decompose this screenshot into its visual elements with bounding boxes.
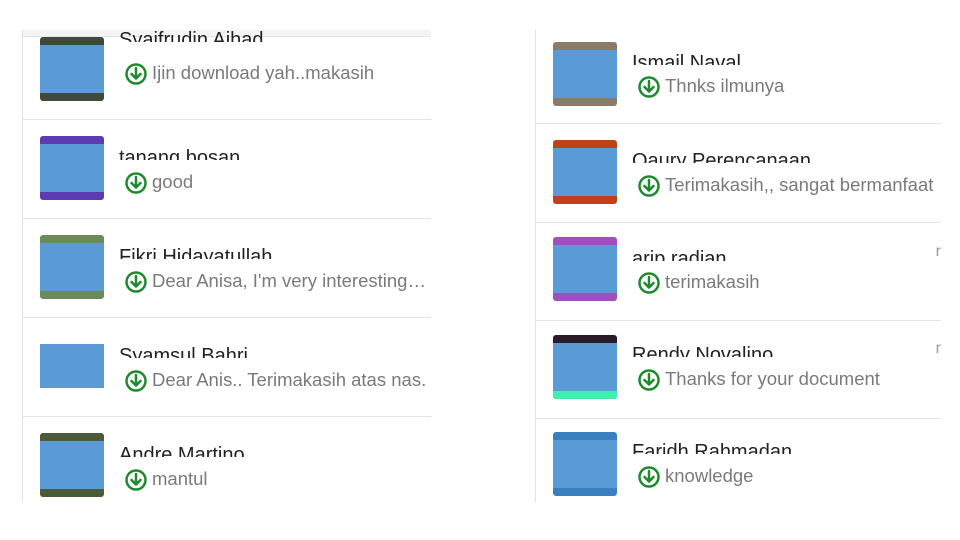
comments-panel-left: Syaifrudin Ajhad Ijin download yah..maka… [22,29,431,502]
comment-text: Terimakasih,, sangat bermanfaat [665,174,934,195]
comment-text: Thanks for your document [665,368,880,389]
commenter-name[interactable]: Fikri Hidayatullah [119,246,272,259]
comment-text: Dear Anis.. Terimakasih atas nas. [152,369,427,390]
comment-row[interactable]: Faridh Rahmadan knowledge [536,417,941,516]
comment-text: Thnks ilmunya [665,75,785,96]
download-circle-icon[interactable] [638,175,660,197]
comment-text: Dear Anisa, I'm very interesting a.. [152,270,429,291]
comment-row[interactable]: Qaury Perencanaan Terimakasih,, sangat b… [536,123,941,223]
download-circle-icon[interactable] [638,369,660,391]
commenter-name[interactable]: Rendy Novalino [632,344,773,357]
more-indicator[interactable]: r [936,243,941,261]
avatar[interactable] [40,136,104,200]
avatar[interactable] [40,235,104,299]
comment-text: terimakasih [665,271,760,292]
avatar[interactable] [553,335,617,399]
commenter-name[interactable]: Ismail Naval [632,52,741,65]
avatar[interactable] [553,432,617,496]
download-circle-icon[interactable] [125,469,147,491]
comment-row[interactable]: tanang bosan good [23,119,431,219]
comment-row[interactable]: arip radian r terimakasih [536,221,941,321]
comment-row[interactable]: Fikri Hidayatullah Dear Anisa, I'm very … [23,218,431,318]
avatar[interactable] [40,433,104,497]
avatar[interactable] [553,237,617,301]
commenter-name[interactable]: Syamsul Bahri [119,345,248,358]
download-circle-icon[interactable] [125,370,147,392]
comment-row[interactable]: Syaifrudin Ajhad Ijin download yah..maka… [23,20,431,120]
commenter-name[interactable]: Syaifrudin Ajhad [119,29,264,42]
comment-row[interactable]: Syamsul Bahri Dear Anis.. Terimakasih at… [23,317,431,417]
comment-text: knowledge [665,465,754,486]
commenter-name[interactable]: tanang bosan [119,147,240,160]
commenter-name[interactable]: Andre Martino [119,444,245,457]
download-circle-icon[interactable] [638,272,660,294]
download-circle-icon[interactable] [638,466,660,488]
download-circle-icon[interactable] [125,271,147,293]
avatar[interactable] [40,334,104,398]
commenter-name[interactable]: Faridh Rahmadan [632,441,792,454]
comment-row[interactable]: Ismail Naval Thnks ilmunya [536,24,941,124]
commenter-name[interactable]: Qaury Perencanaan [632,150,811,163]
comment-text: good [152,171,194,192]
avatar[interactable] [553,140,617,204]
comment-row[interactable]: Andre Martino mantul [23,416,431,515]
download-circle-icon[interactable] [638,76,660,98]
avatar[interactable] [40,37,104,101]
avatar[interactable] [553,42,617,106]
comment-row[interactable]: Rendy Novalino r Thanks for your documen… [536,319,941,419]
commenter-name[interactable]: arip radian [632,248,727,261]
comments-panel-right: Ismail Naval Thnks ilmunya Qaury Perenca… [535,30,941,502]
more-indicator[interactable]: r [936,340,941,358]
comment-text: mantul [152,468,208,489]
download-circle-icon[interactable] [125,172,147,194]
download-circle-icon[interactable] [125,63,147,85]
comment-text: Ijin download yah..makasih [152,62,375,83]
